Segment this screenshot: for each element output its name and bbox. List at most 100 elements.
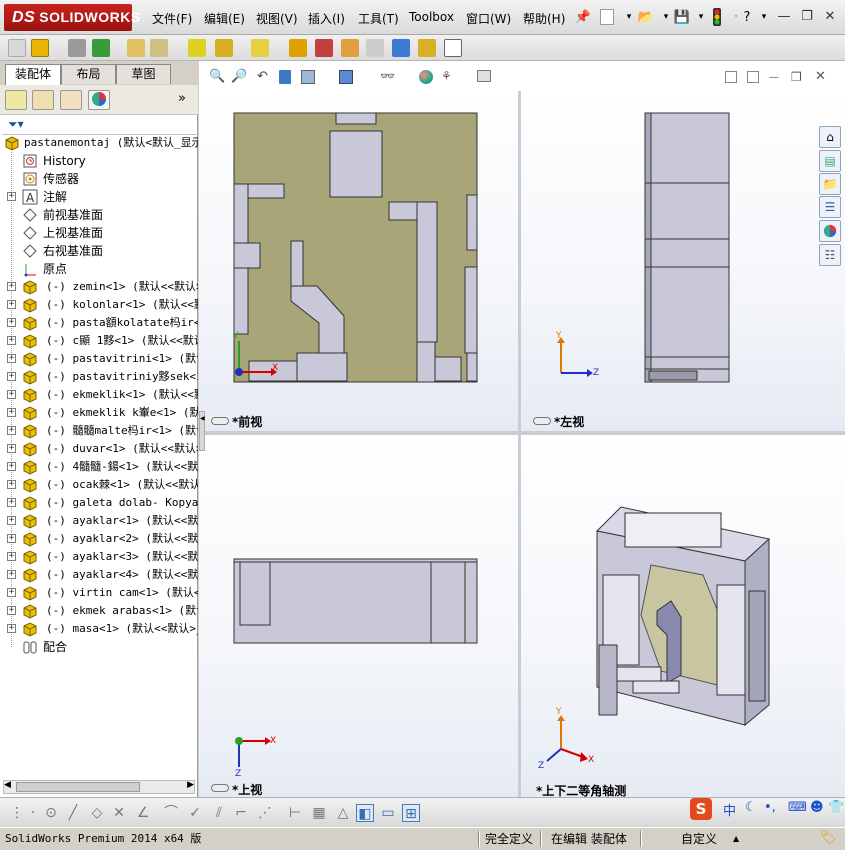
zoom-to-area-icon[interactable]: 🔎 — [231, 69, 247, 84]
chevron-down-icon[interactable]: ▾ — [755, 8, 773, 26]
viewport-link-icon[interactable] — [211, 417, 229, 425]
expand-icon[interactable]: + — [7, 408, 16, 417]
save-icon[interactable]: 💾 — [673, 8, 691, 26]
help-icon[interactable]: ? — [738, 8, 756, 26]
filter-icon[interactable]: ⏷▾ — [8, 117, 24, 132]
tab-sketch[interactable]: 草图 — [116, 64, 171, 84]
ime-logo-icon[interactable]: S — [690, 798, 712, 820]
assembly-features-icon[interactable] — [215, 39, 233, 57]
new-motion-study-icon[interactable] — [289, 39, 307, 57]
horizontal-scrollbar[interactable]: ◀ ▶ — [3, 780, 195, 794]
tree-item-part[interactable]: + (-) virtin cam<1> (默认<< — [0, 584, 198, 602]
tree-item-part[interactable]: + (-) zemin<1> (默认<<默认>_ — [0, 278, 198, 296]
insert-components-icon[interactable] — [31, 39, 49, 57]
close-viewport-icon[interactable]: ✕ — [815, 69, 826, 84]
menu-tools[interactable]: 工具(T) — [358, 10, 399, 27]
tree-item-part[interactable]: + (-) ayaklar<4> (默认<<默认 — [0, 566, 198, 584]
parallel-icon[interactable]: ⫽ — [210, 804, 228, 822]
smart-fasteners-icon[interactable] — [127, 39, 145, 57]
rebuild-traffic-light-icon[interactable] — [708, 8, 726, 26]
tree-item-part[interactable]: + (-) ayaklar<3> (默认<<默认 — [0, 548, 198, 566]
tree-item-part[interactable]: + (-) pastavitrini<1> (默认< — [0, 350, 198, 368]
tree-item-part[interactable]: + (-) ekmeklik k輋e<1> (默认 — [0, 404, 198, 422]
configuration-manager-icon[interactable] — [60, 90, 82, 110]
tag-icon[interactable]: 🏷 — [820, 830, 837, 848]
expand-panel-icon[interactable]: » — [178, 91, 186, 106]
tab-assembly[interactable]: 装配体 — [5, 64, 61, 85]
close-icon[interactable]: ✕ — [822, 9, 838, 25]
expand-icon[interactable]: + — [7, 354, 16, 363]
hide-show-items-icon[interactable]: 👓 — [380, 69, 395, 83]
viewport-link-icon[interactable] — [211, 784, 229, 792]
solidworks-logo[interactable]: DS SOLIDWORKS — [4, 4, 140, 31]
tree-item-annotation[interactable]: + A 注解 — [0, 188, 198, 206]
polygon-icon[interactable]: ◇ — [88, 804, 106, 822]
status-units-arrow[interactable]: ▲ — [733, 830, 739, 848]
expand-icon[interactable]: + — [7, 624, 16, 633]
viewport-link-icon[interactable] — [533, 417, 551, 425]
ime-skin-icon[interactable]: 👕 — [828, 800, 844, 815]
menu-file[interactable]: 文件(F) — [152, 10, 192, 27]
tree-item-part[interactable]: + (-) c顯 1黟<1> (默认<<默认 — [0, 332, 198, 350]
menu-insert[interactable]: 插入(I) — [308, 10, 345, 27]
tree-item-part[interactable]: + (-) 髓髓malte杩ir<1> (默认 — [0, 422, 198, 440]
shaded-view-icon[interactable]: ◧ — [356, 804, 374, 822]
mate-icon[interactable] — [68, 39, 86, 57]
tree-item-part[interactable]: + (-) ocak棘<1> (默认<<默认 — [0, 476, 198, 494]
expand-icon[interactable]: + — [7, 462, 16, 471]
dashed-icon[interactable]: ⋰ — [256, 804, 274, 822]
two-view-icon[interactable] — [747, 71, 759, 83]
viewport-front[interactable]: X Y *前视 — [199, 91, 518, 431]
menu-edit[interactable]: 编辑(E) — [204, 10, 245, 27]
status-units[interactable]: 自定义 — [681, 830, 717, 848]
expand-icon[interactable]: + — [7, 192, 16, 201]
tree-item-part[interactable]: + (-) ayaklar<2> (默认<<默认 — [0, 530, 198, 548]
tree-item-part[interactable]: + (-) pasta額kolatate杩ir<1> — [0, 314, 198, 332]
large-design-review-icon[interactable] — [444, 39, 462, 57]
design-library-icon[interactable]: 📁 — [819, 173, 841, 195]
resources-icon[interactable]: ▤ — [819, 150, 841, 172]
ime-punct-icon[interactable]: •, — [764, 800, 776, 815]
ime-moon-icon[interactable]: ☾ — [745, 800, 757, 815]
viewport-left[interactable]: Y Z *左视 — [521, 91, 845, 431]
chevron-down-icon[interactable]: ▾ — [620, 8, 638, 26]
circle-icon[interactable]: ⊙ — [42, 804, 60, 822]
bill-of-materials-icon[interactable] — [315, 39, 333, 57]
restore-icon[interactable]: ❐ — [799, 9, 815, 25]
view-settings-icon[interactable] — [477, 70, 491, 82]
file-explorer-icon[interactable]: ☰ — [819, 196, 841, 218]
tree-item-part[interactable]: + (-) ekmeklik<1> (默认<<默认 — [0, 386, 198, 404]
dimension-icon[interactable]: ⊢ — [286, 804, 304, 822]
menu-help[interactable]: 帮助(H) — [523, 10, 565, 27]
show-hidden-icon[interactable] — [188, 39, 206, 57]
scrollbar-thumb[interactable] — [16, 782, 140, 792]
exploded-view-icon[interactable] — [341, 39, 359, 57]
view-orientation-icon[interactable] — [301, 70, 315, 84]
tree-item-part[interactable]: + (-) 4髓髓-鍚<1> (默认<<默 — [0, 458, 198, 476]
single-view-icon[interactable] — [725, 71, 737, 83]
expand-icon[interactable]: + — [7, 300, 16, 309]
tree-item-plane[interactable]: 右视基准面 — [0, 242, 198, 260]
expand-icon[interactable]: + — [7, 588, 16, 597]
angle-icon[interactable]: ∠ — [134, 804, 152, 822]
tree-item-plane[interactable]: 上视基准面 — [0, 224, 198, 242]
zoom-to-fit-icon[interactable]: 🔍 — [209, 69, 225, 84]
menu-toolbox[interactable]: Toolbox — [409, 10, 454, 24]
expand-icon[interactable]: + — [7, 498, 16, 507]
display-style-icon[interactable] — [339, 70, 353, 84]
grid-icon[interactable]: ▦ — [310, 804, 328, 822]
ime-mode[interactable]: 中 — [723, 800, 736, 819]
appearances-icon[interactable] — [819, 220, 841, 242]
edit-component-icon[interactable] — [8, 39, 26, 57]
tree-item-part[interactable]: + (-) pastavitriniy黟sek<1> — [0, 368, 198, 386]
vertical-splitter[interactable] — [518, 91, 521, 797]
single-viewport-icon[interactable]: ▭ — [379, 804, 397, 822]
tree-item-history[interactable]: History — [0, 152, 198, 170]
collapse-panel-icon[interactable]: ◀ — [199, 411, 205, 451]
viewport-top[interactable]: X Z *上视 — [199, 435, 518, 797]
graphics-area[interactable]: 🔍 🔎 ↶ 👓 ⚘ — ❐ ✕ X Y *前视 Y Z *左视 X Z *上视 … — [199, 61, 845, 797]
tree-item-mates[interactable]: 配合 — [0, 638, 198, 656]
expand-icon[interactable]: + — [7, 480, 16, 489]
scroll-right-icon[interactable]: ▶ — [187, 780, 194, 790]
expand-icon[interactable]: + — [7, 516, 16, 525]
